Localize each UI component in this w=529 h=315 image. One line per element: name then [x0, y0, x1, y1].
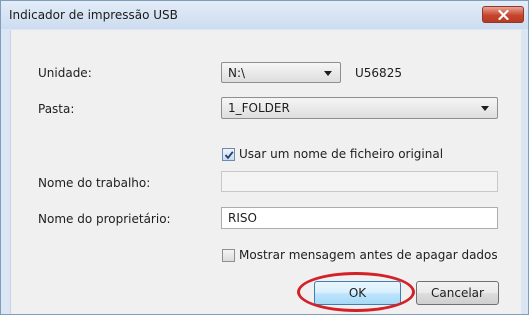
close-icon: [498, 10, 509, 20]
dialog-body: Unidade: N:\ U56825 Pasta: 1_FOLDER Usar…: [10, 30, 521, 314]
unidade-label: Unidade:: [38, 66, 92, 80]
show-message-checkbox[interactable]: [222, 249, 235, 262]
checkmark-icon: [224, 151, 234, 160]
owner-name-input[interactable]: [221, 207, 498, 229]
title-bar[interactable]: Indicador de impressão USB: [1, 1, 528, 29]
chevron-down-icon: [481, 106, 489, 111]
close-button[interactable]: [482, 6, 524, 23]
use-original-name-label[interactable]: Usar um nome de ficheiro original: [239, 147, 443, 161]
window-title: Indicador de impressão USB: [9, 8, 178, 22]
unidade-id: U56825: [355, 66, 402, 80]
show-message-label[interactable]: Mostrar mensagem antes de apagar dados: [239, 248, 498, 262]
pasta-label: Pasta:: [38, 102, 75, 116]
dialog-window: Indicador de impressão USB Unidade: N:\ …: [0, 0, 529, 315]
use-original-name-checkbox[interactable]: [222, 148, 235, 161]
unidade-select-value: N:\: [228, 66, 246, 80]
cancel-button[interactable]: Cancelar: [416, 281, 499, 305]
chevron-down-icon: [324, 71, 332, 76]
ok-button[interactable]: OK: [314, 281, 401, 305]
unidade-select[interactable]: N:\: [221, 62, 341, 83]
owner-name-label: Nome do proprietário:: [38, 212, 171, 226]
pasta-select-value: 1_FOLDER: [228, 101, 290, 115]
job-name-input[interactable]: [221, 171, 498, 192]
pasta-select[interactable]: 1_FOLDER: [221, 97, 498, 119]
job-name-label: Nome do trabalho:: [38, 176, 151, 190]
